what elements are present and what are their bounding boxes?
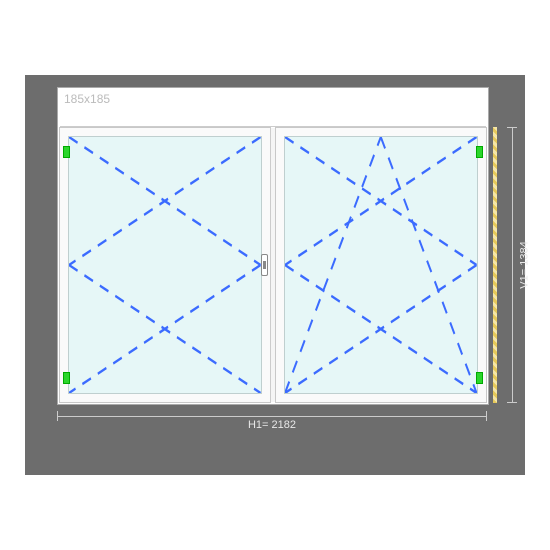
document-size-label: 185x185: [64, 92, 110, 106]
transom-bar: [60, 126, 486, 127]
hinge-icon: [476, 372, 483, 384]
handle-icon[interactable]: [261, 254, 268, 276]
glass-pane-left: [68, 136, 262, 394]
window-frame-outer: 185x185: [57, 87, 489, 405]
opening-symbol-turn: [69, 137, 261, 393]
hinge-icon: [63, 146, 70, 158]
dimension-v-label: V1= 1384: [519, 241, 531, 288]
dimension-horizontal: H1= 2182: [57, 419, 487, 431]
drawing-canvas: 185x185: [25, 75, 525, 475]
hinge-icon: [476, 146, 483, 158]
dimension-vertical: V1= 1384: [503, 127, 519, 403]
opening-symbol-tilt-turn: [285, 137, 477, 393]
glass-pane-right: [284, 136, 478, 394]
locking-strip: [493, 127, 497, 403]
sash-right[interactable]: [276, 128, 486, 402]
sash-left[interactable]: [60, 128, 270, 402]
sash-row: [60, 128, 486, 402]
hinge-icon: [63, 372, 70, 384]
dimension-h-label: H1= 2182: [248, 419, 296, 431]
